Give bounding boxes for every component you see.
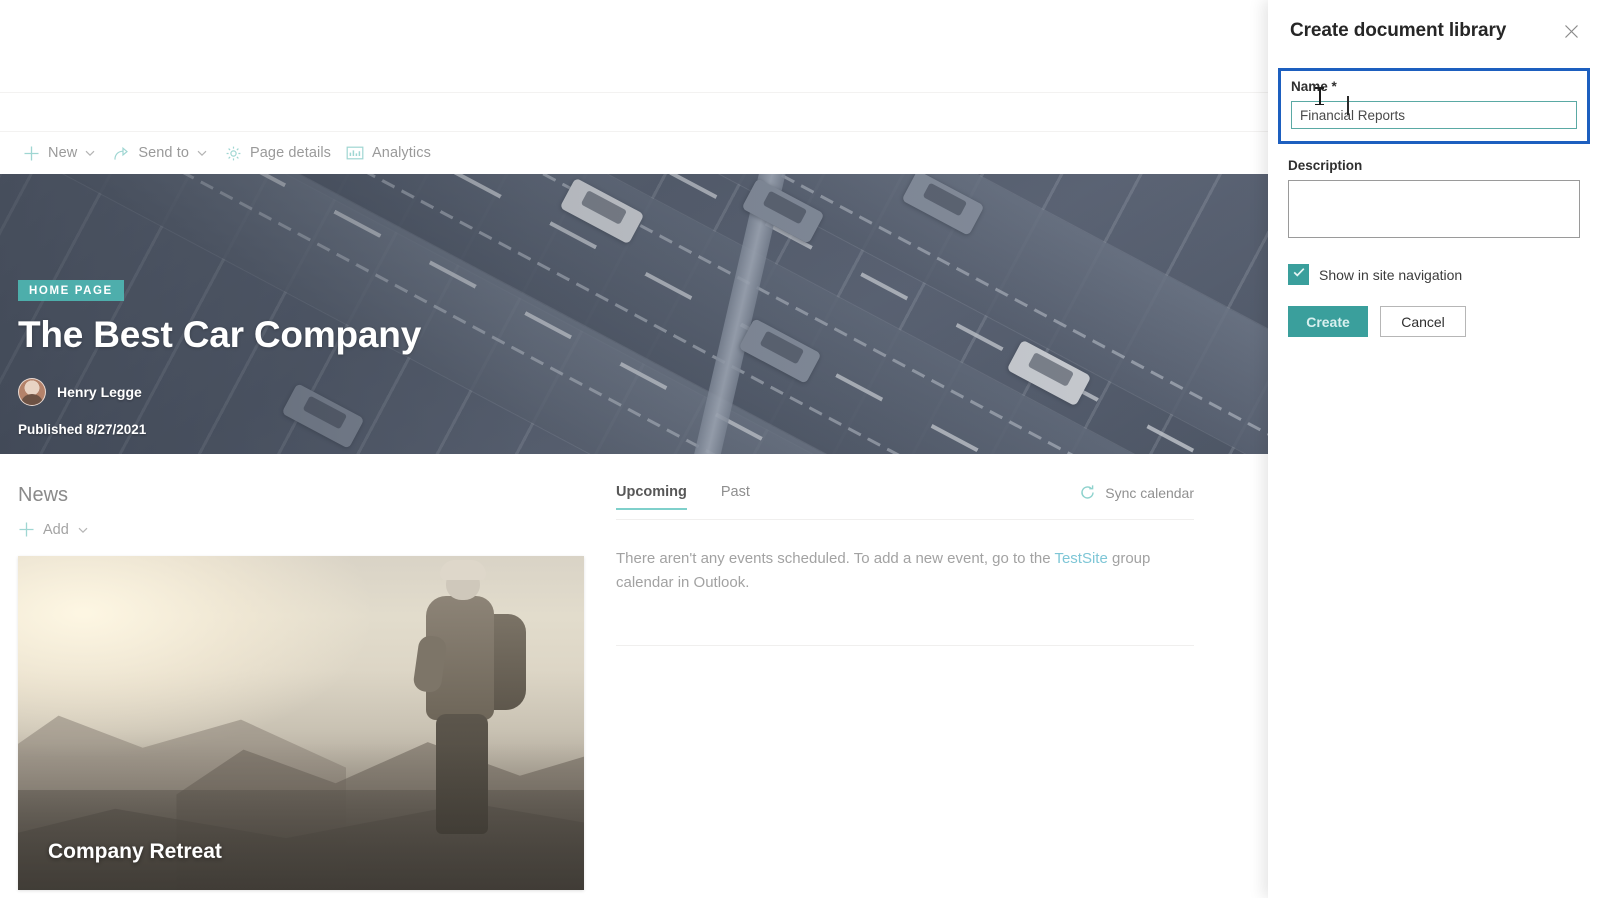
description-label: Description (1288, 158, 1363, 173)
top-blank-area-2 (0, 93, 1272, 131)
hero-banner: HOME PAGE The Best Car Company Henry Leg… (0, 174, 1272, 454)
panel-title: Create document library (1290, 20, 1507, 41)
command-new[interactable]: New (18, 132, 108, 174)
news-heading: News (18, 484, 69, 506)
chevron-down-icon (83, 146, 97, 160)
avatar (18, 377, 46, 406)
events-empty-text-before: There aren't any events scheduled. To ad… (616, 550, 1055, 567)
command-bar: New Send to Page details Analytics (0, 132, 1272, 174)
page-body: News Add Company Retreat Upcoming Past S… (0, 454, 1272, 890)
sync-calendar-label: Sync calendar (1105, 484, 1194, 501)
show-in-nav-checkbox[interactable] (1288, 264, 1309, 285)
show-in-site-navigation-row[interactable]: Show in site navigation (1288, 264, 1580, 285)
tab-upcoming[interactable]: Upcoming (616, 484, 687, 510)
chevron-down-icon (195, 146, 209, 160)
app-root: New Send to Page details Analytics HOME … (0, 0, 1600, 898)
command-page-details[interactable]: Page details (220, 132, 342, 174)
author-row: Henry Legge (18, 377, 421, 406)
text-caret (1347, 96, 1349, 115)
news-add-button[interactable]: Add (18, 521, 89, 538)
status-badge: HOME PAGE (18, 280, 124, 301)
refresh-icon (1079, 484, 1096, 501)
required-marker: * (1331, 79, 1337, 94)
events-tabs: Upcoming Past Sync calendar (616, 484, 1194, 511)
description-input[interactable] (1288, 180, 1580, 238)
panel-actions: Create Cancel (1288, 306, 1580, 337)
command-analytics-label: Analytics (372, 145, 431, 161)
tab-past[interactable]: Past (721, 484, 750, 510)
plus-icon (18, 521, 35, 538)
news-card[interactable]: Company Retreat (18, 556, 584, 890)
events-column: Upcoming Past Sync calendar There aren't… (600, 484, 1272, 890)
top-blank-area (0, 0, 1272, 92)
news-add-label: Add (43, 521, 69, 538)
send-to-icon (112, 144, 130, 162)
name-label-text: Name (1291, 79, 1328, 94)
gear-icon (224, 144, 242, 162)
plus-icon (22, 144, 40, 162)
published-date: Published 8/27/2021 (18, 421, 147, 437)
command-send-to-label: Send to (138, 145, 189, 161)
events-empty-message: There aren't any events scheduled. To ad… (616, 547, 1176, 595)
command-analytics[interactable]: Analytics (342, 132, 442, 174)
analytics-icon (346, 144, 364, 162)
hero-text-overlay: HOME PAGE The Best Car Company Henry Leg… (18, 280, 421, 437)
news-column: News Add Company Retreat (0, 484, 600, 890)
command-page-details-label: Page details (250, 145, 332, 161)
sharepoint-page: New Send to Page details Analytics HOME … (0, 0, 1272, 898)
news-card-title: Company Retreat (48, 840, 222, 863)
checkmark-icon (1292, 265, 1306, 284)
chevron-down-icon (77, 524, 89, 536)
command-new-label: New (48, 145, 78, 161)
name-input[interactable] (1291, 101, 1577, 129)
name-label: Name * (1291, 79, 1577, 94)
create-button[interactable]: Create (1288, 306, 1368, 337)
create-document-library-panel: Create document library Name * Descripti… (1268, 0, 1600, 898)
panel-header: Create document library (1268, 0, 1600, 56)
page-title: The Best Car Company (18, 314, 422, 355)
testsite-link[interactable]: TestSite (1054, 550, 1107, 567)
author-name: Henry Legge (57, 383, 142, 400)
events-bottom-divider (616, 645, 1194, 646)
show-in-nav-label: Show in site navigation (1319, 266, 1463, 283)
name-field-group: Name * (1278, 68, 1590, 144)
description-field-group: Description (1288, 158, 1580, 243)
command-send-to[interactable]: Send to (108, 132, 220, 174)
close-icon[interactable] (1556, 16, 1586, 46)
events-divider (616, 519, 1194, 520)
sync-calendar-button[interactable]: Sync calendar (1079, 484, 1194, 511)
cancel-button[interactable]: Cancel (1380, 306, 1466, 337)
